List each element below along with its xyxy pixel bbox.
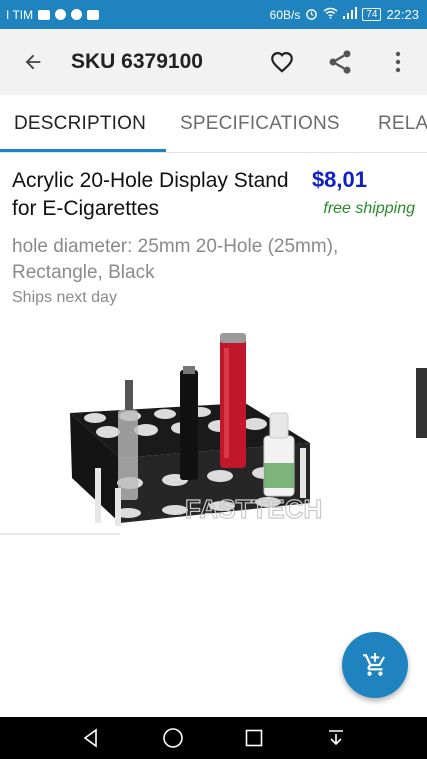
- telegram-icon: [55, 9, 67, 20]
- add-shopping-cart-icon: [363, 653, 385, 676]
- more-options-button[interactable]: [369, 29, 427, 95]
- more-vertical-icon: [395, 51, 401, 73]
- app-bar: SKU 6379100: [0, 29, 427, 95]
- nav-recents-button[interactable]: [234, 718, 274, 758]
- signal-icon: [343, 7, 358, 22]
- nav-home-icon: [162, 728, 183, 748]
- product-image: FASTTECH: [70, 333, 427, 526]
- nav-pulldown-button[interactable]: [316, 718, 356, 758]
- shipping-label: free shipping: [323, 200, 415, 217]
- mail-icon: [38, 9, 51, 20]
- ships-label: Ships next day: [12, 289, 117, 306]
- tab-description[interactable]: DESCRIPTION: [14, 95, 146, 152]
- skype-icon: [71, 9, 83, 20]
- alarm-icon: [305, 7, 318, 23]
- nav-home-button[interactable]: [153, 718, 193, 758]
- tab-bar: DESCRIPTION SPECIFICATIONS RELA: [0, 95, 427, 153]
- product-image-gallery[interactable]: FASTTECH: [0, 318, 427, 536]
- tab-specifications[interactable]: SPECIFICATIONS: [180, 95, 340, 152]
- carrier-label: I TIM: [6, 7, 34, 22]
- wifi-icon: [323, 7, 338, 22]
- page-title: SKU 6379100: [71, 50, 203, 73]
- youtube-icon: [87, 9, 100, 20]
- heart-outline-icon: [271, 52, 293, 73]
- back-button[interactable]: [0, 29, 66, 95]
- add-to-cart-button[interactable]: [342, 632, 408, 698]
- network-speed: 60B/s: [269, 7, 301, 22]
- nav-pulldown-icon: [329, 730, 344, 746]
- tab-related[interactable]: RELA: [378, 95, 427, 152]
- arrow-back-icon: [25, 54, 41, 70]
- share-button[interactable]: [311, 29, 369, 95]
- clock: 22:23: [386, 7, 419, 22]
- watermark-text: FASTTECH: [185, 494, 322, 524]
- nav-back-button[interactable]: [71, 718, 111, 758]
- status-left: I TIM: [6, 7, 100, 22]
- gallery-divider: [0, 533, 120, 535]
- favorite-button[interactable]: [253, 29, 311, 95]
- product-title: Acrylic 20-Hole Display Stand for E-Ciga…: [12, 169, 289, 220]
- battery-indicator: 74: [362, 8, 382, 21]
- product-description: hole diameter: 25mm 20-Hole (25mm), Rect…: [12, 236, 339, 283]
- active-tab-indicator: [0, 149, 166, 152]
- status-right: 60B/s 74 22:23: [270, 7, 419, 23]
- nav-back-icon: [83, 728, 97, 748]
- system-nav-bar: [0, 717, 427, 759]
- share-icon: [329, 50, 351, 74]
- status-bar: I TIM 60B/s 74 22:23: [0, 0, 427, 29]
- nav-recents-icon: [246, 729, 263, 747]
- product-price: $8,01: [311, 167, 367, 192]
